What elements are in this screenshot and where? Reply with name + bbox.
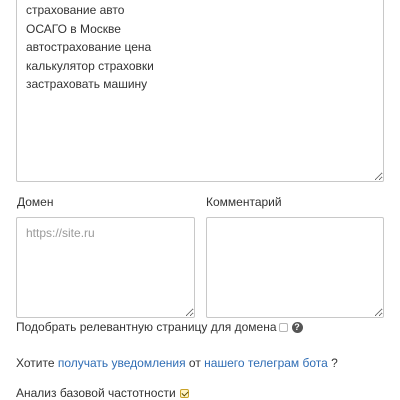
telegram-suffix: ? [327,356,338,370]
comment-label: Комментарий [206,195,282,209]
question-circle-icon[interactable]: ? [291,321,303,333]
notifications-link[interactable]: получать уведомления [58,356,186,370]
telegram-middle: от [185,356,205,370]
domain-label: Домен [17,195,54,209]
telegram-prefix: Хотите [16,356,58,370]
base-frequency-row: Анализ базовой частотности [16,386,189,400]
keyword-form: страхование авто ОСАГО в Москве автостра… [0,0,400,400]
match-page-row: Подобрать релевантную страницу для домен… [16,320,303,334]
comment-field[interactable] [206,217,384,318]
base-frequency-checkbox[interactable] [179,388,189,398]
match-page-label: Подобрать релевантную страницу для домен… [16,320,277,334]
domain-field[interactable] [16,217,195,318]
match-page-checkbox[interactable] [278,322,288,332]
telegram-prompt: Хотите получать уведомления от нашего те… [16,356,338,370]
keywords-textarea[interactable]: страхование авто ОСАГО в Москве автостра… [16,0,384,182]
base-frequency-label: Анализ базовой частотности [16,386,176,400]
telegram-bot-link[interactable]: нашего телеграм бота [204,356,328,370]
